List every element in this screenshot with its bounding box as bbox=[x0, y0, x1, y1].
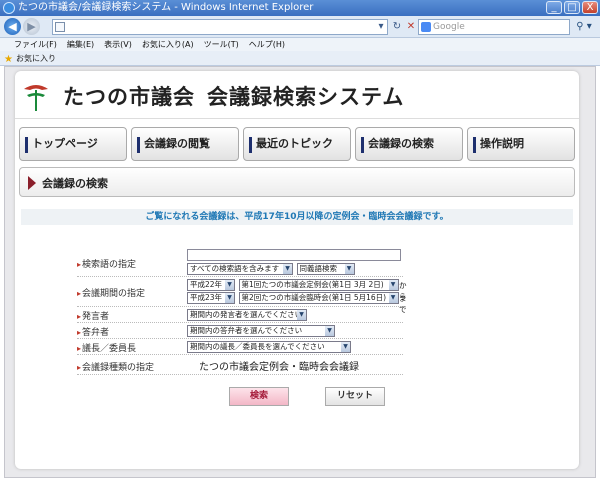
site-name: たつの市議会 bbox=[63, 84, 195, 109]
answerer-label: 答弁者 bbox=[77, 325, 109, 338]
chevron-down-icon: ▼ bbox=[297, 310, 306, 320]
chevron-down-icon: ▼ bbox=[344, 264, 354, 274]
reset-button[interactable]: リセット bbox=[325, 387, 385, 406]
menu-bar: ファイル(F) 編集(E) 表示(V) お気に入り(A) ツール(T) ヘルプ(… bbox=[0, 38, 600, 51]
menu-tools[interactable]: ツール(T) bbox=[204, 38, 239, 51]
speaker-value: 期間内の発言者を選んでください bbox=[190, 310, 303, 319]
site-header: たつの市議会 会議録検索システム bbox=[15, 71, 579, 119]
keyword-type-value: 同義語検索 bbox=[299, 264, 338, 273]
keyword-mode-value: すべての検索語を含みます bbox=[190, 264, 280, 273]
tab-search[interactable]: 会議録の検索 bbox=[355, 127, 463, 161]
city-emblem-icon bbox=[24, 85, 48, 111]
search-go-icon[interactable]: ⚲ ▾ bbox=[572, 19, 596, 35]
search-form: 検索語の指定 すべての検索語を含みます▼ 同義語検索▼ 会議期間の指定 平成22… bbox=[77, 249, 407, 375]
tab-browse[interactable]: 会議録の閲覧 bbox=[131, 127, 239, 161]
minimize-button[interactable]: _ bbox=[546, 1, 562, 14]
to-year-value: 平成23年 bbox=[190, 293, 223, 302]
maximize-button[interactable]: □ bbox=[564, 1, 580, 14]
keyword-input[interactable] bbox=[187, 249, 401, 261]
chevron-down-icon: ▼ bbox=[283, 264, 292, 274]
menu-edit[interactable]: 編集(E) bbox=[67, 38, 94, 51]
menu-view[interactable]: 表示(V) bbox=[104, 38, 132, 51]
form-row-period: 会議期間の指定 平成22年▼ 第1回たつの市議会定例会(第1日 3月 2日)▼ … bbox=[77, 277, 407, 314]
section-title: 会議録の検索 bbox=[42, 177, 108, 190]
forward-button[interactable]: ▶ bbox=[23, 18, 40, 35]
form-row-meeting-type: 会議録種類の指定 たつの市議会定例会・臨時会会議録 bbox=[77, 355, 403, 375]
favorites-button[interactable]: お気に入り bbox=[16, 54, 56, 63]
ie-icon bbox=[3, 2, 15, 14]
menu-file[interactable]: ファイル(F) bbox=[14, 38, 57, 51]
address-toolbar: ◀ ▶ ▾ ↻ ✕ Google ⚲ ▾ bbox=[0, 16, 600, 38]
to-session-select[interactable]: 第2回たつの市議会臨時会(第1日 5月16日) ▼ bbox=[238, 292, 399, 304]
section-arrow-icon bbox=[28, 176, 36, 190]
form-buttons: 検索 リセット bbox=[229, 387, 389, 407]
form-row-chair: 議長／委員長 期間内の議長／委員長を選んでください ▼ bbox=[77, 339, 403, 355]
chevron-down-icon: ▼ bbox=[388, 280, 398, 290]
chevron-down-icon: ▼ bbox=[325, 326, 334, 336]
page-container: たつの市議会 会議録検索システム トップページ 会議録の閲覧 最近のトピック 会… bbox=[15, 71, 579, 469]
close-button[interactable]: X bbox=[582, 1, 598, 14]
to-year-select[interactable]: 平成23年 ▼ bbox=[187, 292, 235, 304]
chevron-down-icon: ▼ bbox=[388, 293, 398, 303]
chevron-down-icon: ▼ bbox=[225, 280, 234, 290]
page-viewport: たつの市議会 会議録検索システム トップページ 会議録の閲覧 最近のトピック 会… bbox=[4, 66, 596, 478]
window-titlebar: たつの市議会/会議録検索システム - Windows Internet Expl… bbox=[0, 0, 600, 16]
main-nav: トップページ 会議録の閲覧 最近のトピック 会議録の検索 操作説明 bbox=[19, 127, 575, 161]
favorites-star-icon[interactable]: ★ bbox=[4, 52, 13, 67]
search-input[interactable]: Google bbox=[418, 19, 570, 35]
keyword-mode-select[interactable]: すべての検索語を含みます ▼ bbox=[187, 263, 293, 275]
google-icon bbox=[421, 22, 431, 32]
chevron-down-icon: ▼ bbox=[225, 293, 234, 303]
period-label: 会議期間の指定 bbox=[77, 286, 145, 299]
chair-select[interactable]: 期間内の議長／委員長を選んでください ▼ bbox=[187, 341, 351, 353]
window-title: たつの市議会/会議録検索システム - Windows Internet Expl… bbox=[18, 2, 314, 13]
page-icon bbox=[55, 22, 65, 32]
section-header: 会議録の検索 bbox=[19, 167, 575, 197]
favorites-bar: ★ お気に入り bbox=[0, 51, 600, 66]
form-row-answerer: 答弁者 期間内の答弁者を選んでください ▼ bbox=[77, 323, 403, 339]
from-year-value: 平成22年 bbox=[190, 280, 223, 289]
menu-favorites[interactable]: お気に入り(A) bbox=[142, 38, 194, 51]
from-session-select[interactable]: 第1回たつの市議会定例会(第1日 3月 2日) ▼ bbox=[238, 279, 399, 291]
back-button[interactable]: ◀ bbox=[4, 18, 21, 35]
site-subtitle: 会議録検索システム bbox=[207, 84, 405, 109]
address-bar[interactable] bbox=[52, 19, 388, 35]
tab-help[interactable]: 操作説明 bbox=[467, 127, 575, 161]
to-session-value: 第2回たつの市議会臨時会(第1日 5月16日) bbox=[241, 293, 387, 302]
tab-top-page[interactable]: トップページ bbox=[19, 127, 127, 161]
from-year-select[interactable]: 平成22年 ▼ bbox=[187, 279, 235, 291]
speaker-select[interactable]: 期間内の発言者を選んでください ▼ bbox=[187, 309, 307, 321]
address-dropdown-icon[interactable]: ▾ bbox=[374, 19, 388, 35]
search-button[interactable]: 検索 bbox=[229, 387, 289, 406]
keyword-label: 検索語の指定 bbox=[77, 257, 136, 270]
menu-help[interactable]: ヘルプ(H) bbox=[249, 38, 285, 51]
chair-label: 議長／委員長 bbox=[77, 341, 136, 354]
chevron-down-icon: ▼ bbox=[341, 342, 350, 352]
chair-value: 期間内の議長／委員長を選んでください bbox=[190, 342, 325, 351]
window-controls: _ □ X bbox=[546, 1, 598, 14]
search-placeholder: Google bbox=[433, 22, 465, 32]
keyword-type-select[interactable]: 同義語検索 ▼ bbox=[296, 263, 355, 275]
from-session-value: 第1回たつの市議会定例会(第1日 3月 2日) bbox=[241, 280, 384, 289]
form-row-keyword: 検索語の指定 すべての検索語を含みます▼ 同義語検索▼ bbox=[77, 249, 403, 277]
refresh-icon[interactable]: ↻ bbox=[390, 19, 404, 35]
answerer-select[interactable]: 期間内の答弁者を選んでください ▼ bbox=[187, 325, 335, 337]
stop-icon[interactable]: ✕ bbox=[404, 19, 418, 35]
speaker-label: 発言者 bbox=[77, 309, 109, 322]
availability-notice: ご覧になれる会議録は、平成17年10月以降の定例会・臨時会会議録です。 bbox=[21, 209, 573, 225]
meeting-type-label: 会議録種類の指定 bbox=[77, 360, 154, 373]
form-row-speaker: 発言者 期間内の発言者を選んでください▼ bbox=[77, 307, 403, 323]
answerer-value: 期間内の答弁者を選んでください bbox=[190, 326, 303, 335]
meeting-type-value: たつの市議会定例会・臨時会会議録 bbox=[199, 362, 359, 373]
tab-recent-topics[interactable]: 最近のトピック bbox=[243, 127, 351, 161]
